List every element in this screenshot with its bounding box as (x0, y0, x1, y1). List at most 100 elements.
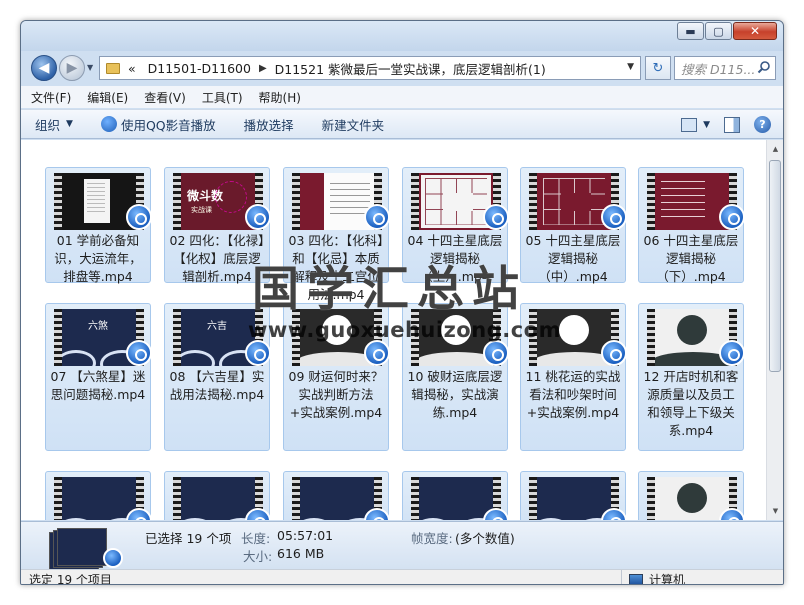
help-icon[interactable]: ? (754, 116, 771, 133)
qq-video-icon (126, 204, 152, 230)
file-item[interactable]: 六煞 07 【六煞星】迷思问题揭秘.mp4 (45, 303, 152, 451)
folder-icon (106, 62, 120, 74)
file-name: 05 十四主星底层逻辑揭秘（中）.mp4 (525, 233, 621, 284)
file-item[interactable]: 06 十四主星底层逻辑揭秘（下）.mp4 (638, 167, 745, 284)
file-item[interactable] (164, 471, 271, 520)
forward-arrow-icon: ▶ (66, 60, 78, 76)
file-item[interactable] (638, 471, 745, 520)
new-folder-button[interactable]: 新建文件夹 (322, 115, 385, 134)
qq-video-icon (126, 340, 152, 366)
scroll-down-icon[interactable]: ▼ (768, 503, 783, 519)
status-location: 计算机 (629, 571, 686, 585)
status-location-label: 计算机 (649, 573, 686, 585)
qq-video-icon (483, 204, 509, 230)
vertical-scrollbar[interactable]: ▲ ▼ (766, 140, 783, 520)
menu-bar: 文件(F) 编辑(E) 查看(V) 工具(T) 帮助(H) (21, 86, 783, 108)
file-item[interactable]: 01 学前必备知识，大运流年，排盘等.mp4 (45, 167, 152, 284)
qq-video-icon (719, 340, 745, 366)
status-divider (621, 570, 622, 584)
breadcrumb-item-current[interactable]: D11521 紫微最后一堂实战课，底层逻辑剖析(1) (275, 59, 546, 78)
scroll-up-icon[interactable]: ▲ (768, 141, 783, 157)
frame-width-value: (多个数值) (455, 531, 515, 546)
breadcrumb-item-parent[interactable]: D11501-D11600 (148, 61, 251, 76)
window-controls: ▬ ▢ ✕ (676, 22, 777, 40)
watermark-url: www.guoxuehuizong.com (248, 318, 561, 342)
recent-pages-dropdown[interactable]: ▼ (87, 63, 93, 72)
watermark-title: 国学汇总站 (252, 262, 527, 317)
qq-play-button[interactable]: 使用QQ影音播放 (100, 115, 216, 134)
preview-pane-icon[interactable] (724, 116, 740, 133)
file-name: 10 破财运底层逻辑揭秘，实战演练.mp4 (407, 369, 503, 420)
file-name: 08 【六吉星】实战用法揭秘.mp4 (169, 369, 265, 402)
menu-help[interactable]: 帮助(H) (259, 89, 301, 106)
status-bar: 选定 19 个项目 计算机 (21, 569, 783, 585)
close-button[interactable]: ✕ (733, 22, 777, 40)
change-view-icon[interactable] (681, 117, 698, 132)
search-icon[interactable] (757, 60, 771, 74)
qq-player-icon (100, 116, 117, 132)
search-input[interactable]: 搜索 D115... (674, 56, 776, 80)
length-value: 05:57:01 (277, 528, 334, 543)
selection-count: 已选择 19 个项 (145, 531, 232, 546)
menu-tools[interactable]: 工具(T) (202, 89, 243, 106)
qq-video-icon (245, 204, 271, 230)
qq-video-icon (601, 340, 627, 366)
details-pane: 已选择 19 个项 长度: 05:57:01 大小: 616 MB 帧宽度: (… (21, 521, 783, 570)
file-item[interactable] (520, 471, 627, 520)
menu-view[interactable]: 查看(V) (144, 89, 186, 106)
file-name: 06 十四主星底层逻辑揭秘（下）.mp4 (643, 233, 739, 284)
qq-play-label: 使用QQ影音播放 (120, 117, 216, 133)
address-dropdown-icon[interactable]: ▼ (627, 62, 634, 72)
length-label: 长度: (241, 531, 271, 546)
qq-video-icon (103, 548, 123, 568)
file-name: 11 桃花运的实战看法和吵架时间+实战案例.mp4 (525, 369, 621, 420)
file-name: 12 开店时机和客源质量以及员工和领导上下级关系.mp4 (643, 369, 739, 438)
scroll-thumb[interactable] (769, 160, 781, 372)
qq-video-icon (364, 340, 390, 366)
forward-button[interactable]: ▶ (59, 55, 85, 81)
refresh-icon: ↻ (652, 60, 664, 76)
maximize-icon: ▢ (713, 24, 724, 38)
file-name: 02 四化：【化禄】【化权】底层逻辑剖析.mp4 (169, 233, 265, 284)
qq-video-icon (364, 204, 390, 230)
file-name: 07 【六煞星】迷思问题揭秘.mp4 (50, 369, 146, 402)
qq-video-icon (483, 340, 509, 366)
organize-button[interactable]: 组织 ▼ (35, 115, 73, 134)
navigation-row: ◀ ▶ ▼ « D11501-D11600 ▶ D11521 紫微最后一堂实战课… (21, 53, 783, 83)
file-item[interactable]: 05 十四主星底层逻辑揭秘（中）.mp4 (520, 167, 627, 284)
minimize-icon: ▬ (685, 24, 696, 38)
menu-edit[interactable]: 编辑(E) (87, 89, 128, 106)
qq-video-icon (719, 204, 745, 230)
selection-thumbnail-stack (49, 528, 123, 570)
play-selection-button[interactable]: 播放选择 (244, 115, 294, 134)
address-bar[interactable]: « D11501-D11600 ▶ D11521 紫微最后一堂实战课，底层逻辑剖… (99, 56, 641, 80)
back-button[interactable]: ◀ (31, 55, 57, 81)
view-dropdown-icon[interactable]: ▼ (703, 120, 710, 130)
refresh-button[interactable]: ↻ (645, 56, 671, 80)
search-placeholder: 搜索 D115... (681, 61, 756, 77)
size-value: 616 MB (277, 546, 325, 561)
organize-label: 组织 (35, 117, 61, 133)
back-arrow-icon: ◀ (38, 60, 50, 76)
chevron-down-icon: ▼ (66, 119, 73, 129)
file-item[interactable] (402, 471, 509, 520)
file-name: 09 财运何时来？实战判断方法+实战案例.mp4 (288, 369, 384, 420)
menu-file[interactable]: 文件(F) (31, 89, 71, 106)
qq-video-icon (245, 340, 271, 366)
breadcrumb-overflow[interactable]: « (128, 61, 136, 76)
view-controls: ▼ ? (681, 116, 771, 133)
maximize-button[interactable]: ▢ (705, 22, 732, 40)
frame-width-label: 帧宽度: (411, 531, 453, 546)
file-item[interactable] (45, 471, 152, 520)
qq-video-icon (601, 204, 627, 230)
file-item[interactable]: 12 开店时机和客源质量以及员工和领导上下级关系.mp4 (638, 303, 745, 451)
minimize-button[interactable]: ▬ (677, 22, 704, 40)
file-name: 01 学前必备知识，大运流年，排盘等.mp4 (54, 233, 142, 284)
command-bar: 组织 ▼ 使用QQ影音播放 播放选择 新建文件夹 ▼ ? (21, 109, 783, 139)
status-selected-count: 选定 19 个项目 (29, 573, 112, 585)
computer-icon (629, 573, 643, 584)
title-bar[interactable]: ▬ ▢ ✕ (21, 21, 783, 51)
breadcrumb-separator-icon[interactable]: ▶ (259, 63, 267, 74)
close-icon: ✕ (749, 24, 761, 38)
file-item[interactable] (283, 471, 390, 520)
